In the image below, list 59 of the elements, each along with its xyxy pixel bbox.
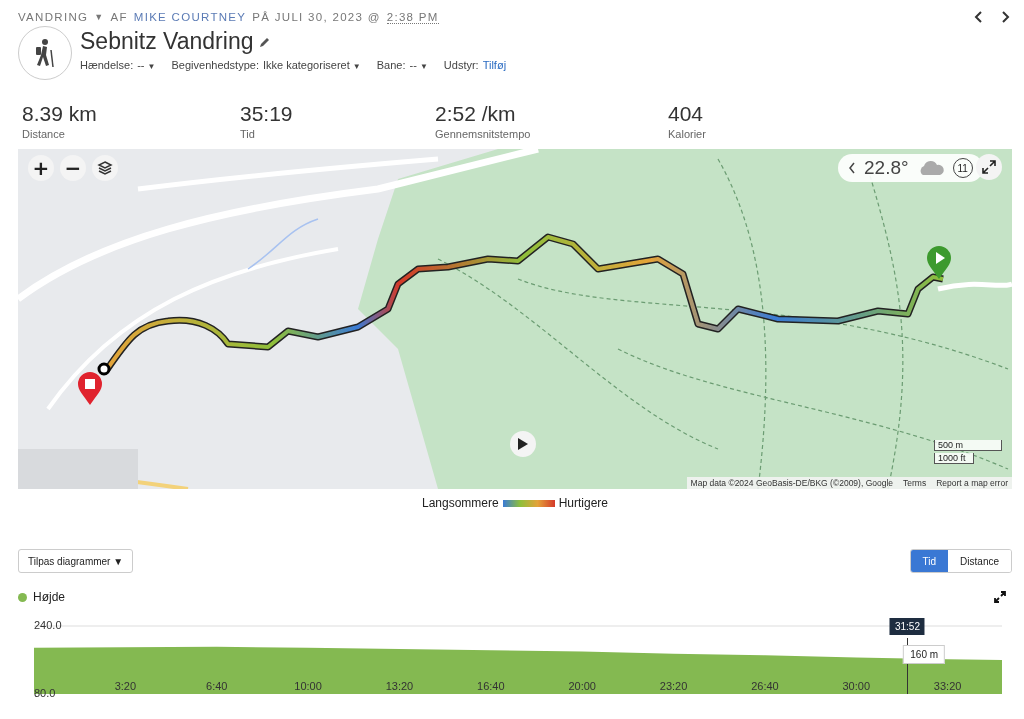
stat-value: 404 — [668, 102, 705, 126]
field-link[interactable]: Tilføj — [482, 59, 507, 71]
field-label: Bane: — [376, 59, 406, 71]
stat-value: 8.39 km — [22, 102, 98, 126]
finish-marker-icon — [77, 371, 103, 405]
legend-label: Langsommere — [421, 496, 499, 510]
field-label: Udstyr: — [443, 59, 479, 71]
field-dropdown[interactable]: -- ▼ — [409, 59, 428, 71]
map-link[interactable]: Report a map error — [936, 478, 1008, 488]
map-link[interactable]: Terms — [903, 478, 927, 488]
tooltip-time: 31:52 — [889, 618, 925, 635]
author-link[interactable]: MIKE COURTNEY — [133, 10, 247, 24]
start-marker-icon — [926, 245, 952, 279]
date-text: PÅ JULI 30, 2023 @ — [252, 10, 381, 24]
customize-charts-button[interactable]: Tilpas diagrammer ▼ — [18, 549, 134, 573]
speed-gradient-bar — [502, 499, 555, 507]
x-tick-label: 26:40 — [751, 680, 779, 692]
legend-label: Højde — [33, 590, 65, 604]
stat-label: Gennemsnitstempo — [435, 128, 532, 140]
lap-marker-icon — [97, 362, 111, 376]
stat-value: 2:52 /km — [435, 102, 517, 126]
temperature: 22.8° — [864, 157, 909, 179]
activity-title: Sebnitz Vandring — [80, 28, 254, 55]
chevron-left-icon[interactable] — [848, 162, 856, 174]
x-tick-label: 6:40 — [206, 680, 228, 692]
field-label: Begivenhedstype: — [171, 59, 259, 71]
stat-label: Kalorier — [668, 128, 706, 140]
x-tick-label: 23:20 — [659, 680, 688, 692]
next-icon[interactable] — [1000, 10, 1010, 24]
x-tick-label: 3:20 — [114, 680, 137, 692]
play-icon — [517, 437, 529, 451]
x-tick-label: 30:00 — [842, 680, 871, 692]
field-label: Hændelse: — [80, 59, 134, 71]
y-tick-label: 240.0 — [34, 618, 62, 631]
stat-label: Distance — [22, 128, 66, 140]
field-dropdown[interactable]: -- ▼ — [137, 59, 156, 71]
map-attribution: Map data ©2024 GeoBasis-DE/BKG (©2009), Google — [690, 478, 894, 488]
scale-bar: 500 m — [934, 440, 1002, 451]
x-tick-label: 10:00 — [294, 680, 322, 692]
expand-icon[interactable] — [994, 591, 1006, 603]
legend-label: Hurtigere — [558, 496, 609, 510]
activity-type[interactable]: VANDRING — [18, 10, 89, 24]
layers-icon — [97, 160, 113, 176]
pencil-icon[interactable] — [259, 35, 272, 48]
scale-bar: 1000 ft — [934, 453, 974, 464]
x-tick-label: 20:00 — [568, 680, 596, 692]
fullscreen-icon — [982, 160, 996, 174]
tooltip-value: 160 m — [903, 645, 946, 664]
axis-toggle-tab[interactable]: Tid — [910, 550, 949, 572]
byline-label: AF — [110, 10, 128, 24]
caret-icon[interactable]: ▼ — [94, 12, 105, 22]
stat-label: Tid — [240, 128, 256, 140]
x-tick-label: 16:40 — [477, 680, 505, 692]
field-dropdown[interactable]: Ikke kategoriseret ▼ — [262, 59, 361, 71]
previous-icon[interactable] — [974, 10, 984, 24]
x-tick-label: 13:20 — [385, 680, 414, 692]
stat-value: 35:19 — [240, 102, 294, 126]
time-text: 2:38 PM — [386, 10, 439, 24]
x-tick-label: 33:20 — [933, 680, 962, 692]
